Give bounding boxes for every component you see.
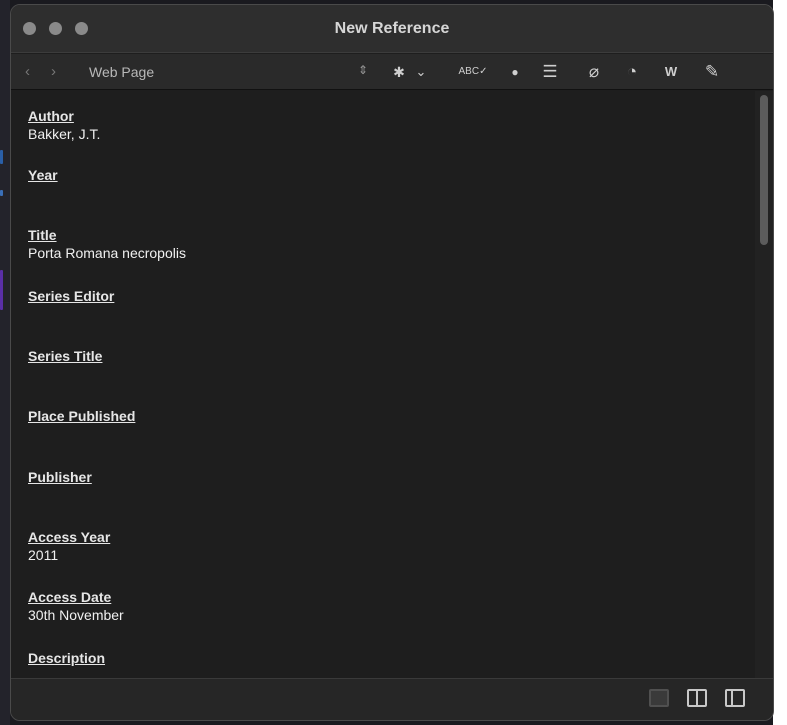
field-place-published: Place Published [28, 407, 135, 425]
insert-field-icon[interactable]: ☰ [539, 59, 561, 85]
field-value[interactable]: Bakker, J.T. [28, 125, 100, 143]
field-label[interactable]: Place Published [28, 407, 135, 425]
background-mark [0, 190, 3, 196]
spellcheck-icon[interactable]: ABC✓ [456, 59, 490, 85]
field-description: Description [28, 649, 105, 667]
field-access-date: Access Date 30th November [28, 588, 124, 624]
reference-window: New Reference ‹ › Web Page ⇕ ✱ ⌄ ABC✓ ● … [10, 4, 774, 721]
field-label[interactable]: Access Date [28, 588, 124, 606]
field-label[interactable]: Access Year [28, 528, 110, 546]
scrollbar-thumb[interactable] [760, 95, 768, 245]
layout-divider [731, 691, 733, 705]
field-series-editor: Series Editor [28, 287, 114, 305]
field-author: Author Bakker, J.T. [28, 107, 100, 143]
field-value[interactable]: 2011 [28, 546, 110, 564]
field-value[interactable]: Porta Romana necropolis [28, 244, 186, 262]
gear-icon[interactable]: ✱ [389, 59, 409, 85]
word-icon[interactable]: W [659, 59, 683, 85]
field-label[interactable]: Title [28, 226, 186, 244]
reference-fields-panel: Author Bakker, J.T. Year Title Porta Rom… [11, 91, 757, 680]
vertical-scrollbar[interactable] [755, 91, 773, 680]
field-label[interactable]: Author [28, 107, 100, 125]
field-label[interactable]: Series Title [28, 347, 102, 365]
layout-right-pane-button[interactable] [725, 689, 745, 707]
background-mark [0, 150, 3, 164]
field-title: Title Porta Romana necropolis [28, 226, 186, 262]
field-label[interactable]: Description [28, 649, 105, 667]
bottom-bar [11, 678, 773, 720]
field-series-title: Series Title [28, 347, 102, 365]
updown-icon[interactable]: ⇕ [358, 63, 368, 77]
layout-left-pane-button[interactable] [649, 689, 669, 707]
chevron-down-icon[interactable]: ⌄ [413, 59, 429, 85]
back-icon[interactable]: ‹ [25, 63, 30, 80]
attachment-icon[interactable]: ⌀ [583, 59, 605, 85]
reference-type-select[interactable]: Web Page [89, 64, 154, 80]
reference-toolbar: ‹ › Web Page ⇕ ✱ ⌄ ABC✓ ● ☰ ⌀ ◔ W ✎ [11, 54, 773, 90]
field-label[interactable]: Year [28, 166, 58, 184]
window-title: New Reference [334, 20, 450, 37]
field-publisher: Publisher [28, 468, 92, 486]
pie-chart-icon[interactable]: ◔ [621, 59, 643, 85]
field-label[interactable]: Series Editor [28, 287, 114, 305]
field-value[interactable]: 30th November [28, 606, 124, 624]
field-year: Year [28, 166, 58, 184]
layout-divider [696, 691, 698, 705]
layout-split-pane-button[interactable] [687, 689, 707, 707]
background-mark [0, 270, 3, 310]
field-access-year: Access Year 2011 [28, 528, 110, 564]
field-label[interactable]: Publisher [28, 468, 92, 486]
background-desktop-strip [0, 0, 10, 725]
forward-icon[interactable]: › [51, 63, 56, 80]
color-dots-icon[interactable]: ● [503, 59, 527, 85]
edit-note-icon[interactable]: ✎ [701, 59, 723, 85]
title-bar: New Reference [11, 5, 773, 53]
background-desktop-right [773, 0, 787, 725]
